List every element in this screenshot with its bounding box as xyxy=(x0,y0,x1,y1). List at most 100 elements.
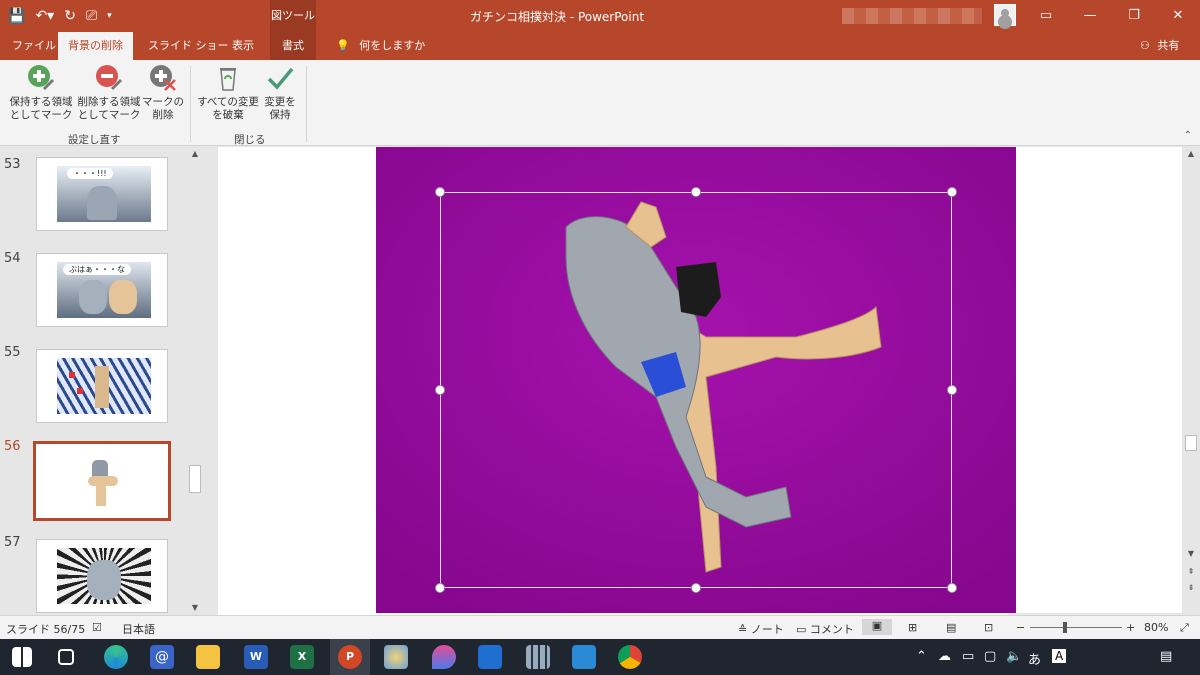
zoom-slider-knob[interactable] xyxy=(1063,622,1067,633)
avatar[interactable] xyxy=(994,4,1016,26)
tab-format[interactable]: 書式 xyxy=(270,32,316,60)
scroll-down-icon[interactable]: ▼ xyxy=(190,603,200,613)
zoom-in-icon[interactable]: + xyxy=(1126,621,1135,634)
slideshow-icon[interactable]: ⊡ xyxy=(984,621,993,634)
present-icon[interactable]: ⎚ xyxy=(86,6,97,26)
mark-remove-button[interactable]: 削除する領域 としてマーク xyxy=(74,64,144,122)
group-close-label: 閉じる xyxy=(234,134,266,146)
notifications-icon[interactable]: ▤ xyxy=(1160,649,1172,664)
comment-icon: ▭ xyxy=(796,623,807,636)
slide-thumbnail-57[interactable] xyxy=(36,539,168,613)
explorer-icon[interactable] xyxy=(196,645,220,669)
fit-slide-icon[interactable]: ⤢ xyxy=(1180,621,1189,635)
delete-mark-label-2: 削除 xyxy=(152,109,174,121)
tab-file[interactable]: ファイル xyxy=(2,32,66,60)
volume-icon[interactable]: 🔈 xyxy=(1006,649,1022,664)
normal-view-icon[interactable]: ▣ xyxy=(862,619,892,635)
selection-box[interactable] xyxy=(440,192,952,588)
share-button[interactable]: ⚇ 共有 xyxy=(1130,32,1189,60)
thumbnail-image xyxy=(66,454,140,510)
taskview-icon[interactable] xyxy=(58,649,74,665)
scroll-down-icon[interactable]: ▼ xyxy=(1186,549,1196,559)
resize-handle-se[interactable] xyxy=(947,583,957,593)
notes-icon: ≙ xyxy=(738,623,748,636)
tab-view[interactable]: 表示 xyxy=(222,32,264,60)
scroll-up-icon[interactable]: ▲ xyxy=(190,149,200,159)
mail-icon[interactable] xyxy=(572,645,596,669)
paint-icon[interactable] xyxy=(384,645,408,669)
figure-body xyxy=(95,366,109,408)
adobe-icon[interactable]: A xyxy=(1052,649,1067,663)
previous-slide-icon[interactable]: ⇞ xyxy=(1186,567,1196,577)
battery-icon[interactable]: ▭ xyxy=(962,649,974,664)
resize-handle-n[interactable] xyxy=(691,187,701,197)
spellcheck-icon[interactable]: ☑ xyxy=(92,621,102,634)
resize-handle-s[interactable] xyxy=(691,583,701,593)
powerpoint-icon[interactable]: P xyxy=(338,645,362,669)
ime-indicator[interactable]: あ xyxy=(1028,649,1041,668)
edge-icon[interactable] xyxy=(104,645,128,669)
mark-keep-button[interactable]: 保持する領域 としてマーク xyxy=(6,64,76,122)
minimize-button[interactable]: — xyxy=(1068,0,1112,32)
figure-legs xyxy=(96,484,106,506)
zoom-out-icon[interactable]: − xyxy=(1016,621,1025,634)
redo-icon[interactable]: ↻ xyxy=(64,6,76,26)
collapse-ribbon-icon[interactable]: ⌃ xyxy=(1184,130,1192,141)
close-button[interactable]: ✕ xyxy=(1156,0,1200,32)
user-name-blurred xyxy=(842,8,982,24)
start-icon[interactable] xyxy=(12,647,32,667)
next-slide-icon[interactable]: ⇟ xyxy=(1186,583,1196,593)
customize-icon[interactable]: ▾ xyxy=(107,6,112,26)
word-icon[interactable]: W xyxy=(244,645,268,669)
recycle-bin-icon xyxy=(214,64,242,92)
ribbon-display-button[interactable]: ▭ xyxy=(1024,0,1068,32)
checkmark-icon xyxy=(266,64,294,92)
slide-thumbnail-55[interactable] xyxy=(36,349,168,423)
scrollbar-thumb[interactable] xyxy=(189,465,201,493)
tab-background-removal[interactable]: 背景の削除 xyxy=(58,32,133,60)
show-hidden-icons-icon[interactable]: ⌃ xyxy=(916,649,927,664)
defender-icon[interactable] xyxy=(478,645,502,669)
discard-label-2: を破棄 xyxy=(212,109,244,121)
tell-me-box[interactable]: 💡 何をしますか xyxy=(326,32,435,60)
slide-number: 56 xyxy=(4,439,21,454)
resize-handle-nw[interactable] xyxy=(435,187,445,197)
mark-keep-label-1: 保持する領域 xyxy=(9,96,73,108)
thumbnails-scrollbar[interactable]: ▲ ▼ xyxy=(188,147,202,615)
onedrive-icon[interactable]: ☁ xyxy=(938,649,951,664)
quick-access-toolbar: 💾 ↶▾ ↻ ⎚ ▾ xyxy=(8,6,112,26)
resize-handle-sw[interactable] xyxy=(435,583,445,593)
zoom-slider[interactable] xyxy=(1030,627,1122,628)
calculator-icon[interactable] xyxy=(526,645,550,669)
network-icon[interactable]: ▢ xyxy=(984,649,996,664)
delete-mark-button[interactable]: マークの 削除 xyxy=(142,64,184,122)
scrollbar-thumb[interactable] xyxy=(1185,435,1197,451)
resize-handle-ne[interactable] xyxy=(947,187,957,197)
keep-changes-button[interactable]: 変更を 保持 xyxy=(262,64,298,122)
language-indicator[interactable]: 日本語 xyxy=(122,621,155,637)
paint3d-icon[interactable] xyxy=(432,645,456,669)
notes-button[interactable]: ≙ ノート xyxy=(738,621,784,637)
window-title: ガチンコ相撲対決 - PowerPoint xyxy=(470,10,645,24)
chrome-icon[interactable] xyxy=(618,645,642,669)
slide-sorter-icon[interactable]: ⊞ xyxy=(908,621,917,634)
comments-button[interactable]: ▭ コメント xyxy=(796,621,854,637)
excel-icon[interactable]: X xyxy=(290,645,314,669)
comments-label: コメント xyxy=(809,623,854,636)
resize-handle-w[interactable] xyxy=(435,385,445,395)
save-icon[interactable]: 💾 xyxy=(8,6,25,26)
scroll-up-icon[interactable]: ▲ xyxy=(1186,149,1196,159)
reading-view-icon[interactable]: ▤ xyxy=(946,621,956,634)
discard-changes-button[interactable]: すべての変更 を破棄 xyxy=(196,64,260,122)
slide-thumbnail-56[interactable] xyxy=(33,441,171,521)
zoom-level[interactable]: 80% xyxy=(1144,621,1168,634)
group-divider xyxy=(190,66,191,142)
mail-at-icon[interactable]: @ xyxy=(150,645,174,669)
slide-thumbnail-53[interactable]: ・・・!!! xyxy=(36,157,168,231)
restore-button[interactable]: ❐ xyxy=(1112,0,1156,32)
windows-taskbar: @ W X P ⌃ ☁ ▭ ▢ 🔈 あ A ▤ xyxy=(0,639,1200,675)
slide-scrollbar[interactable]: ▲ ▼ ⇞ ⇟ xyxy=(1184,147,1198,615)
undo-icon[interactable]: ↶▾ xyxy=(35,6,54,26)
slide-thumbnail-54[interactable]: ぶはぁ・・・な xyxy=(36,253,168,327)
resize-handle-e[interactable] xyxy=(947,385,957,395)
